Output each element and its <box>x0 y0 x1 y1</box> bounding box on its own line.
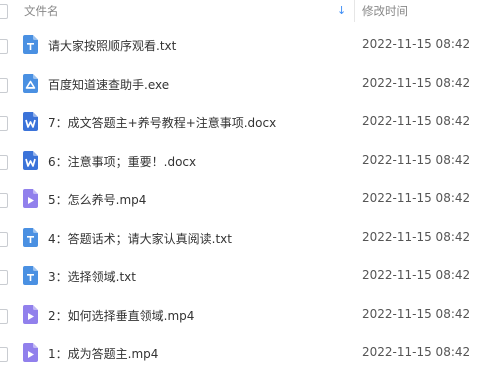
column-divider <box>354 0 355 22</box>
modified-time: 2022-11-15 08:42 <box>362 114 471 128</box>
file-name[interactable]: 6：注意事项；重要！.docx <box>48 153 196 170</box>
file-row[interactable]: 百度知道速查助手.exe 2022-11-15 08:42 <box>0 73 486 97</box>
sort-arrow-down-icon[interactable]: ↓ <box>337 4 346 17</box>
row-checkbox[interactable] <box>0 270 8 285</box>
file-row[interactable]: 2：如何选择垂直领域.mp4 2022-11-15 08:42 <box>0 304 486 328</box>
text-file-icon <box>23 35 38 54</box>
video-file-icon <box>23 189 38 208</box>
word-doc-icon <box>23 150 38 170</box>
modified-time: 2022-11-15 08:42 <box>362 152 471 167</box>
file-name[interactable]: 4：答题话术；请大家认真阅读.txt <box>48 230 232 247</box>
file-row[interactable]: 5：怎么养号.mp4 2022-11-15 08:42 <box>0 188 486 212</box>
row-checkbox[interactable] <box>0 347 8 362</box>
file-row[interactable]: 1：成为答题主.mp4 2022-11-15 08:42 <box>0 342 486 366</box>
modified-time: 2022-11-15 08:42 <box>362 75 471 90</box>
row-checkbox[interactable] <box>0 308 8 324</box>
word-doc-icon <box>23 112 38 131</box>
row-checkbox[interactable] <box>0 77 8 93</box>
file-name[interactable]: 7：成文答题主+养号教程+注意事项.docx <box>48 114 276 131</box>
file-row[interactable]: 4：答题话术；请大家认真阅读.txt 2022-11-15 08:42 <box>0 227 486 251</box>
file-row[interactable]: 3：选择领域.txt 2022-11-15 08:42 <box>0 265 486 289</box>
file-name[interactable]: 3：选择领域.txt <box>48 268 136 285</box>
file-name[interactable]: 1：成为答题主.mp4 <box>48 345 158 362</box>
row-checkbox[interactable] <box>0 193 8 208</box>
row-checkbox[interactable] <box>0 231 8 247</box>
file-row[interactable]: 6：注意事项；重要！.docx 2022-11-15 08:42 <box>0 150 486 174</box>
list-header: 文件名 ↓ 修改时间 <box>0 0 486 24</box>
video-file-icon <box>23 343 38 362</box>
text-file-icon <box>23 266 38 285</box>
video-file-icon <box>23 304 38 324</box>
file-name[interactable]: 2：如何选择垂直领域.mp4 <box>48 307 194 324</box>
row-checkbox[interactable] <box>0 116 8 131</box>
row-checkbox[interactable] <box>0 154 8 170</box>
text-file-icon <box>23 227 38 247</box>
modified-time: 2022-11-15 08:42 <box>362 345 471 359</box>
column-header-name[interactable]: 文件名 <box>24 3 59 19</box>
select-all-checkbox[interactable] <box>0 4 8 19</box>
column-header-modified-time[interactable]: 修改时间 <box>362 3 408 19</box>
app-file-icon <box>23 73 38 93</box>
modified-time: 2022-11-15 08:42 <box>362 306 471 321</box>
row-checkbox[interactable] <box>0 39 8 54</box>
file-row[interactable]: 请大家按照顺序观看.txt 2022-11-15 08:42 <box>0 34 486 58</box>
modified-time: 2022-11-15 08:42 <box>362 37 471 51</box>
file-name[interactable]: 百度知道速查助手.exe <box>48 76 169 93</box>
modified-time: 2022-11-15 08:42 <box>362 191 471 205</box>
file-name[interactable]: 请大家按照顺序观看.txt <box>48 37 176 54</box>
modified-time: 2022-11-15 08:42 <box>362 268 471 282</box>
file-name[interactable]: 5：怎么养号.mp4 <box>48 191 146 208</box>
modified-time: 2022-11-15 08:42 <box>362 229 471 244</box>
file-row[interactable]: 7：成文答题主+养号教程+注意事项.docx 2022-11-15 08:42 <box>0 111 486 135</box>
